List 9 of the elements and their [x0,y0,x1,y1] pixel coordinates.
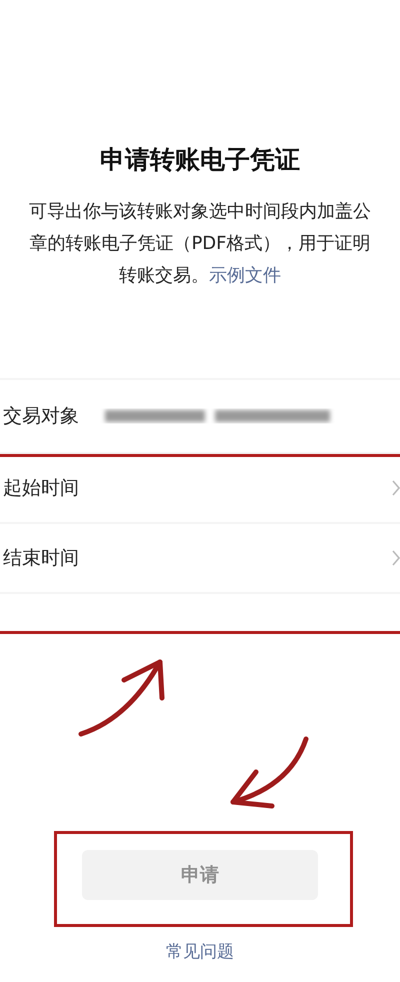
description-text: 可导出你与该转账对象选中时间段内加盖公 章的转账电子凭证（PDF格式），用于证明 转账交易。示例文件 [29,200,371,288]
sample-file-link[interactable]: 示例文件 [209,265,281,286]
field-label: 交易对象 [3,404,79,429]
time-picker-row[interactable]: 起始时间 [0,454,400,522]
time-picker-row[interactable]: 结束时间 [0,524,400,592]
page-title: 申请转账电子凭证 [100,144,300,176]
chevron-right-icon [392,480,400,496]
chevron-right-icon [392,550,400,566]
faq-link[interactable]: 常见问题 [166,940,234,963]
